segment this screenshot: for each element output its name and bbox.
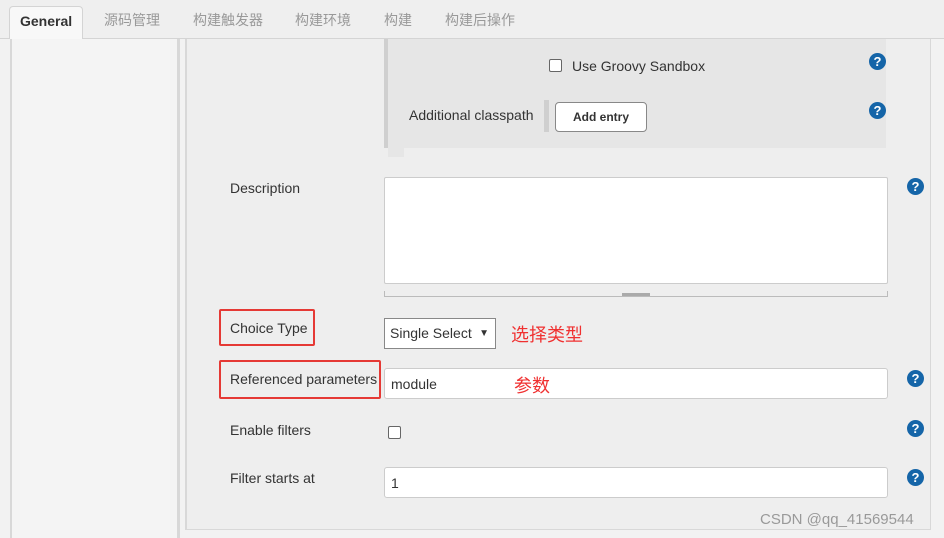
description-label: Description — [230, 180, 301, 196]
referenced-parameters-label: Referenced parameters — [230, 371, 378, 387]
add-entry-button[interactable]: Add entry — [555, 102, 647, 132]
tab-bar: General 源码管理 构建触发器 构建环境 构建 构建后操作 — [0, 0, 944, 39]
filter-starts-input[interactable]: 1 — [384, 467, 888, 498]
watermark: CSDN @qq_41569544 — [760, 511, 914, 528]
referenced-parameters-input[interactable]: module — [384, 368, 888, 399]
resize-handle-icon[interactable] — [622, 293, 650, 296]
classpath-label: Additional classpath — [409, 107, 534, 123]
help-icon[interactable]: ? — [869, 53, 886, 70]
help-icon[interactable]: ? — [869, 102, 886, 119]
groovy-sandbox-label: Use Groovy Sandbox — [572, 58, 706, 74]
filter-starts-label: Filter starts at — [230, 470, 315, 486]
annotation-referenced: 参数 — [514, 376, 550, 396]
choice-type-value: Single Select — [390, 325, 472, 341]
tab-general[interactable]: General — [9, 6, 84, 39]
tab-build[interactable]: 构建 — [384, 6, 412, 39]
groovy-sandbox-checkbox[interactable] — [549, 59, 562, 72]
help-icon[interactable]: ? — [907, 420, 924, 437]
divider — [544, 100, 549, 132]
groovy-section-foot — [388, 148, 404, 157]
tab-source[interactable]: 源码管理 — [104, 6, 160, 39]
tab-triggers[interactable]: 构建触发器 — [193, 6, 263, 39]
description-textarea[interactable] — [384, 177, 888, 284]
tab-post-build[interactable]: 构建后操作 — [445, 6, 515, 39]
help-icon[interactable]: ? — [907, 370, 924, 387]
help-icon[interactable]: ? — [907, 178, 924, 195]
enable-filters-checkbox[interactable] — [388, 426, 401, 439]
chevron-down-icon: ▼ — [479, 328, 489, 339]
choice-type-label: Choice Type — [230, 320, 308, 336]
left-panel — [10, 39, 180, 538]
choice-type-select[interactable]: Single Select ▼ — [384, 318, 496, 349]
tab-environment[interactable]: 构建环境 — [295, 6, 351, 39]
help-icon[interactable]: ? — [907, 469, 924, 486]
annotation-choice-type: 选择类型 — [511, 325, 583, 345]
enable-filters-label: Enable filters — [230, 422, 311, 438]
